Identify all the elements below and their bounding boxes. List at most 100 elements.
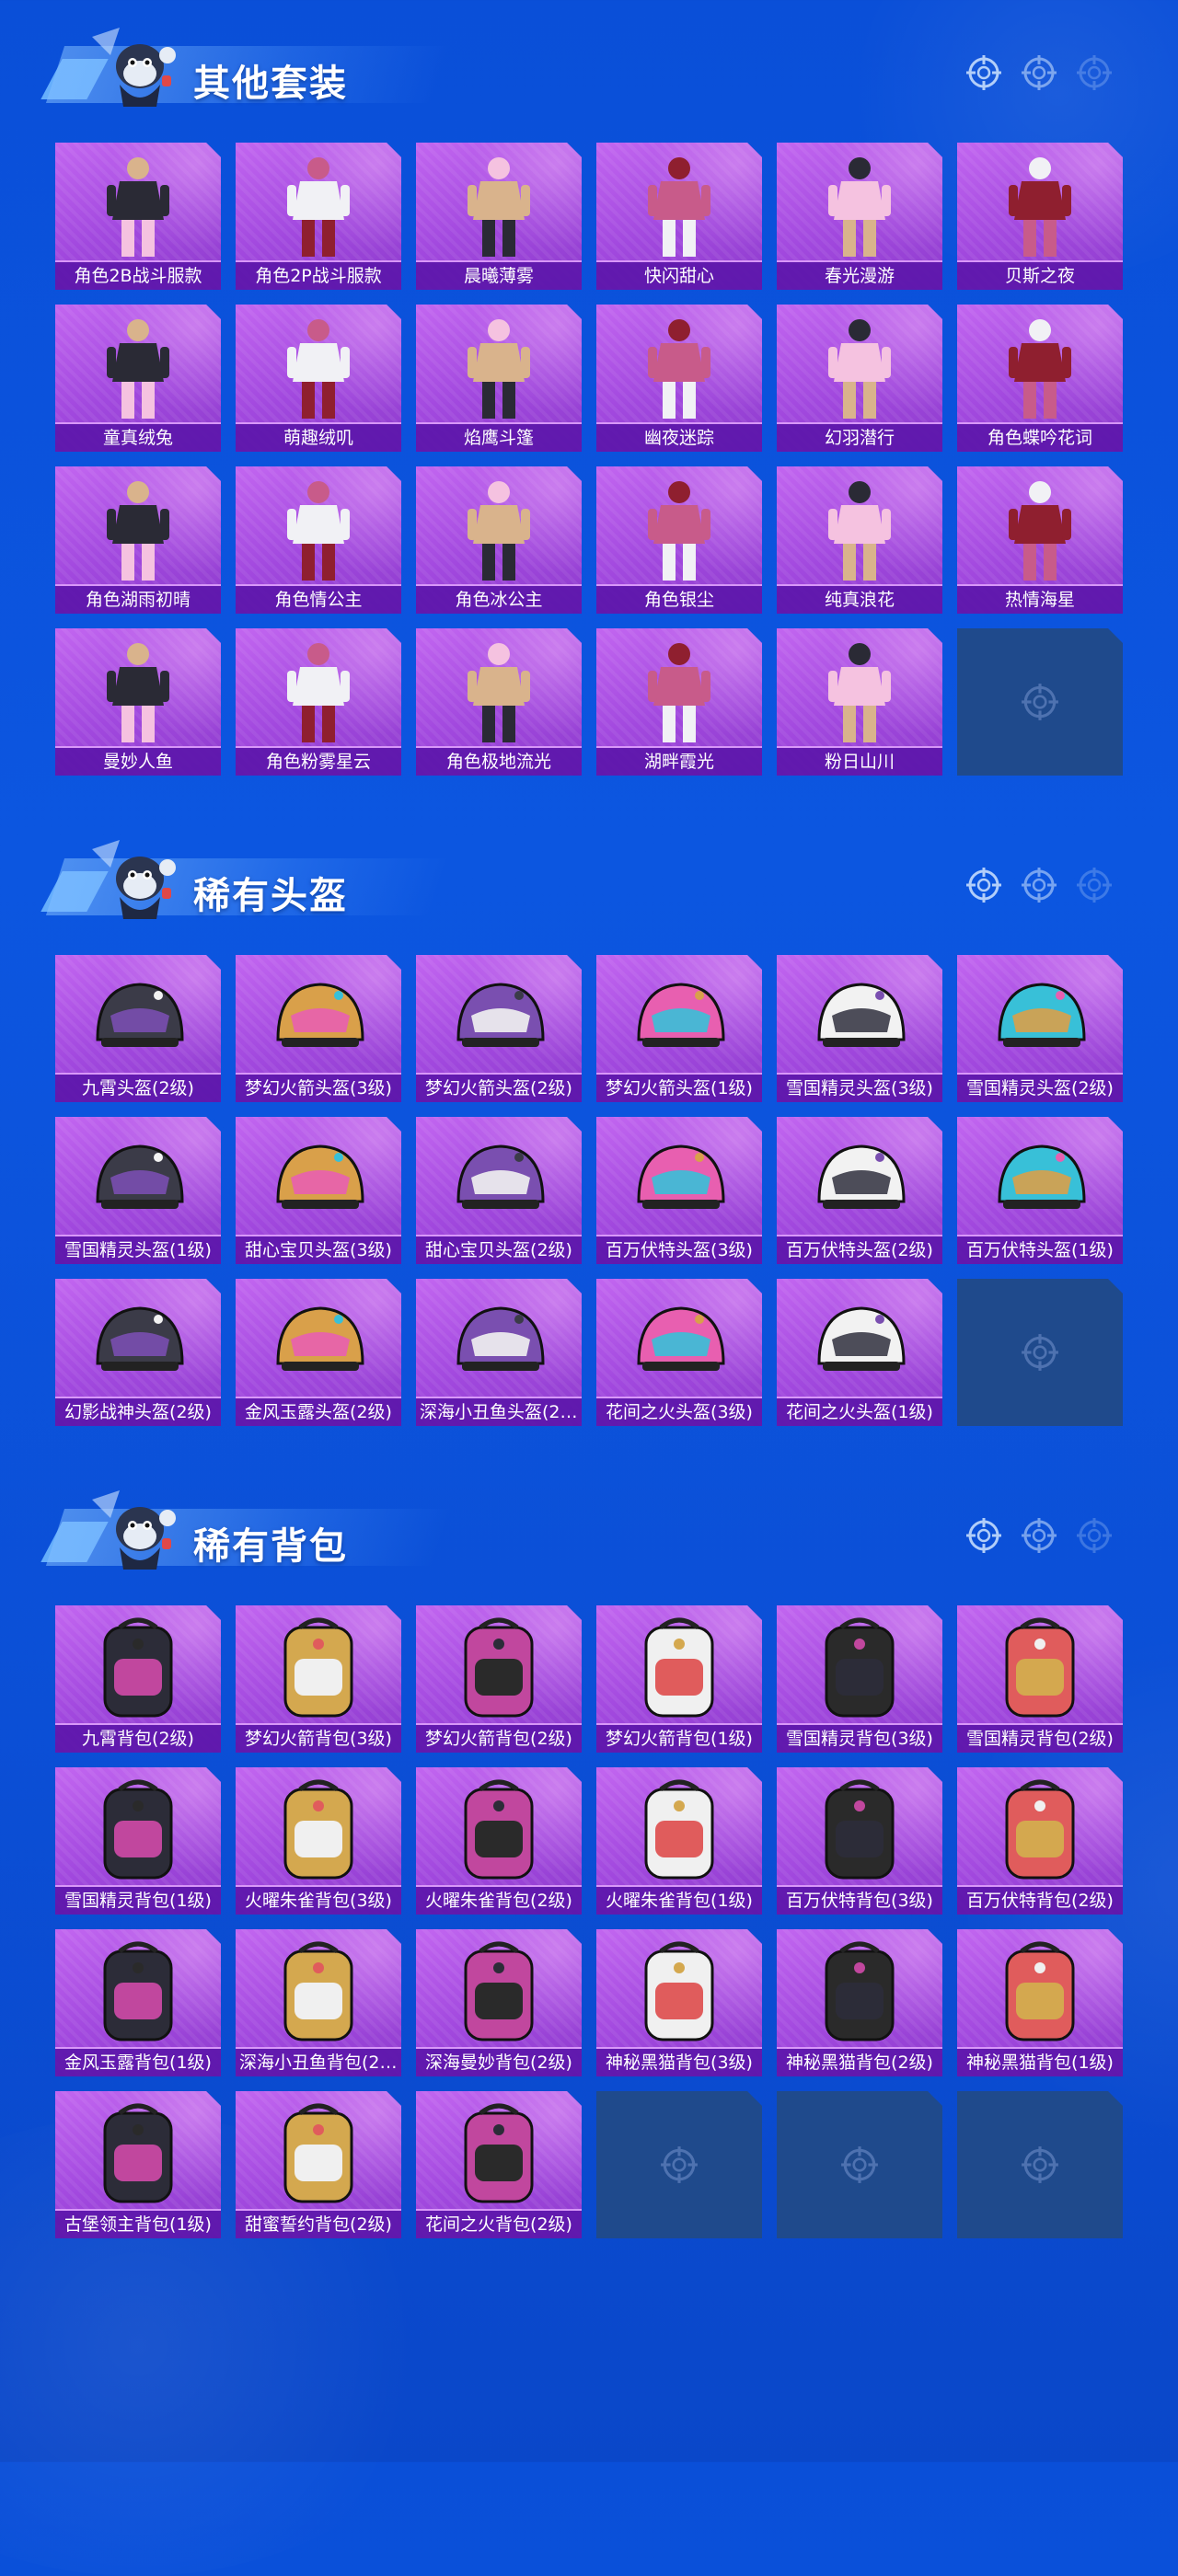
item-card[interactable]: 雪国精灵背包(1级): [55, 1767, 221, 1915]
helmet-image: [55, 960, 221, 1073]
item-card[interactable]: 粉日山川: [777, 628, 942, 776]
item-card[interactable]: 角色冰公主: [416, 466, 582, 614]
outfit-image: [55, 472, 221, 584]
item-card[interactable]: 角色蝶吟花词: [957, 305, 1123, 452]
item-card[interactable]: 百万伏特背包(2级): [957, 1767, 1123, 1915]
crosshair-decoration: [964, 53, 1114, 92]
item-card[interactable]: 火曜朱雀背包(1级): [596, 1767, 762, 1915]
item-name: 花间之火头盔(3级): [596, 1398, 762, 1426]
item-card[interactable]: 热情海星: [957, 466, 1123, 614]
item-name: 九霄头盔(2级): [55, 1075, 221, 1102]
item-card[interactable]: 角色粉雾星云: [236, 628, 401, 776]
item-card[interactable]: 甜心宝贝头盔(2级): [416, 1117, 582, 1264]
item-name: 角色冰公主: [416, 586, 582, 614]
item-card[interactable]: 神秘黑猫背包(3级): [596, 1929, 762, 2076]
item-card[interactable]: 雪国精灵背包(2级): [957, 1605, 1123, 1753]
item-card[interactable]: 九霄头盔(2级): [55, 955, 221, 1102]
helmet-image: [777, 960, 942, 1073]
item-name: 九霄背包(2级): [55, 1725, 221, 1753]
item-name: 粉日山川: [777, 748, 942, 776]
item-card[interactable]: 梦幻火箭头盔(3级): [236, 955, 401, 1102]
item-card[interactable]: 花间之火头盔(3级): [596, 1279, 762, 1426]
section-title: 稀有头盔: [193, 875, 348, 917]
item-name: 雪国精灵背包(2级): [957, 1725, 1123, 1753]
item-name: 雪国精灵背包(1级): [55, 1887, 221, 1915]
item-card[interactable]: 梦幻火箭背包(3级): [236, 1605, 401, 1753]
item-card[interactable]: 火曜朱雀背包(2级): [416, 1767, 582, 1915]
item-card[interactable]: 角色情公主: [236, 466, 401, 614]
item-card[interactable]: 角色湖雨初晴: [55, 466, 221, 614]
item-name: 萌趣绒叽: [236, 424, 401, 452]
item-card[interactable]: 角色2B战斗服款: [55, 143, 221, 290]
backpack-image: [416, 1935, 582, 2047]
empty-slot: [957, 2091, 1123, 2238]
item-card[interactable]: 曼妙人鱼: [55, 628, 221, 776]
item-name: 金风玉露头盔(2级): [236, 1398, 401, 1426]
item-card[interactable]: 神秘黑猫背包(2级): [777, 1929, 942, 2076]
item-card[interactable]: 雪国精灵头盔(2级): [957, 955, 1123, 1102]
item-card[interactable]: 百万伏特头盔(1级): [957, 1117, 1123, 1264]
item-name: 热情海星: [957, 586, 1123, 614]
item-card[interactable]: 萌趣绒叽: [236, 305, 401, 452]
section-header: 稀有背包: [28, 1481, 1150, 1582]
helmet-image: [55, 1122, 221, 1235]
item-name: 晨曦薄雾: [416, 262, 582, 290]
item-card[interactable]: 纯真浪花: [777, 466, 942, 614]
item-card[interactable]: 晨曦薄雾: [416, 143, 582, 290]
item-card[interactable]: 幽夜迷踪: [596, 305, 762, 452]
crosshair-icon: [966, 1518, 1001, 1553]
item-card[interactable]: 花间之火背包(2级): [416, 2091, 582, 2238]
item-name: 角色情公主: [236, 586, 401, 614]
backpack-image: [236, 1935, 401, 2047]
item-card[interactable]: 雪国精灵头盔(1级): [55, 1117, 221, 1264]
item-card[interactable]: 梦幻火箭头盔(1级): [596, 955, 762, 1102]
helmet-image: [777, 1122, 942, 1235]
item-card[interactable]: 深海曼妙背包(2级): [416, 1929, 582, 2076]
item-name: 角色极地流光: [416, 748, 582, 776]
empty-slot: [777, 2091, 942, 2238]
item-name: 幽夜迷踪: [596, 424, 762, 452]
item-card[interactable]: 贝斯之夜: [957, 143, 1123, 290]
item-card[interactable]: 雪国精灵背包(3级): [777, 1605, 942, 1753]
item-card[interactable]: 甜心宝贝头盔(3级): [236, 1117, 401, 1264]
item-card[interactable]: 百万伏特头盔(3级): [596, 1117, 762, 1264]
item-card[interactable]: 角色银尘: [596, 466, 762, 614]
item-name: 幻羽潜行: [777, 424, 942, 452]
item-card[interactable]: 深海小丑鱼头盔(2级): [416, 1279, 582, 1426]
item-name: 纯真浪花: [777, 586, 942, 614]
item-card[interactable]: 快闪甜心: [596, 143, 762, 290]
item-card[interactable]: 角色2P战斗服款: [236, 143, 401, 290]
item-card[interactable]: 雪国精灵头盔(3级): [777, 955, 942, 1102]
item-card[interactable]: 焰鹰斗篷: [416, 305, 582, 452]
item-card[interactable]: 古堡领主背包(1级): [55, 2091, 221, 2238]
item-card[interactable]: 湖畔霞光: [596, 628, 762, 776]
item-name: 曼妙人鱼: [55, 748, 221, 776]
item-card[interactable]: 深海小丑鱼背包(2级): [236, 1929, 401, 2076]
outfit-image: [596, 472, 762, 584]
outfit-image: [777, 148, 942, 260]
item-card[interactable]: 九霄背包(2级): [55, 1605, 221, 1753]
item-card[interactable]: 梦幻火箭背包(2级): [416, 1605, 582, 1753]
item-card[interactable]: 火曜朱雀背包(3级): [236, 1767, 401, 1915]
item-card[interactable]: 幻羽潜行: [777, 305, 942, 452]
item-card[interactable]: 百万伏特背包(3级): [777, 1767, 942, 1915]
item-name: 百万伏特背包(3级): [777, 1887, 942, 1915]
item-card[interactable]: 梦幻火箭背包(1级): [596, 1605, 762, 1753]
item-card[interactable]: 金风玉露头盔(2级): [236, 1279, 401, 1426]
outfit-image: [596, 148, 762, 260]
item-card[interactable]: 春光漫游: [777, 143, 942, 290]
item-name: 花间之火背包(2级): [416, 2211, 582, 2238]
item-card[interactable]: 梦幻火箭头盔(2级): [416, 955, 582, 1102]
section-title: 稀有背包: [193, 1525, 348, 1568]
item-card[interactable]: 角色极地流光: [416, 628, 582, 776]
item-name: 角色2P战斗服款: [236, 262, 401, 290]
item-card[interactable]: 金风玉露背包(1级): [55, 1929, 221, 2076]
backpack-image: [957, 1935, 1123, 2047]
item-card[interactable]: 花间之火头盔(1级): [777, 1279, 942, 1426]
item-card[interactable]: 百万伏特头盔(2级): [777, 1117, 942, 1264]
item-card[interactable]: 幻影战神头盔(2级): [55, 1279, 221, 1426]
item-card[interactable]: 童真绒兔: [55, 305, 221, 452]
item-card[interactable]: 甜蜜誓约背包(2级): [236, 2091, 401, 2238]
empty-slot: [596, 2091, 762, 2238]
item-card[interactable]: 神秘黑猫背包(1级): [957, 1929, 1123, 2076]
